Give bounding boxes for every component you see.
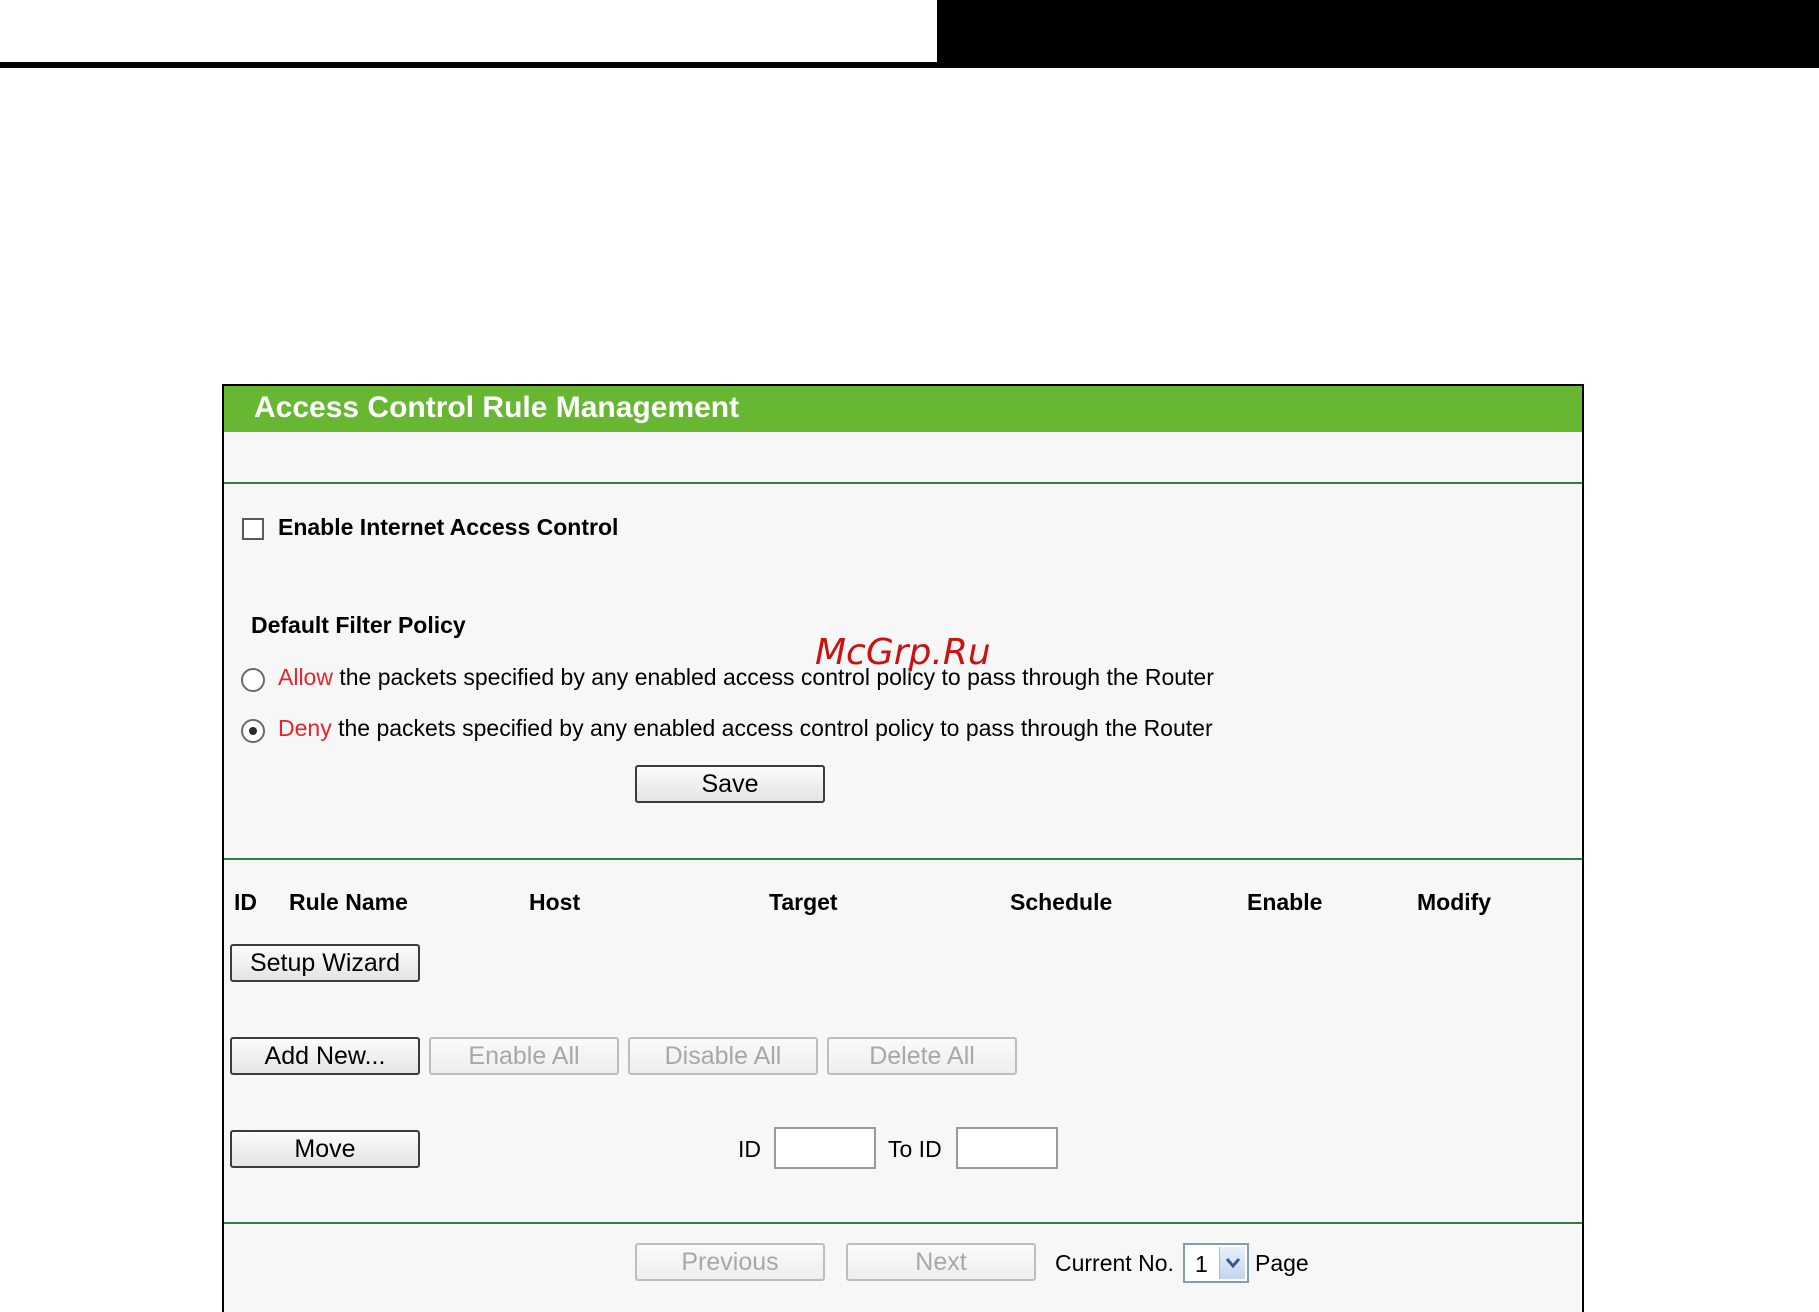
move-id-label: ID (738, 1136, 761, 1162)
current-no-label: Current No. (1055, 1250, 1174, 1276)
page-select[interactable]: 1 (1183, 1243, 1249, 1283)
divider (224, 1222, 1582, 1224)
allow-radio[interactable] (241, 668, 265, 692)
column-header-modify: Modify (1417, 889, 1492, 915)
page-select-value: 1 (1195, 1251, 1208, 1277)
panel-title: Access Control Rule Management (224, 386, 1582, 432)
column-header-host: Host (529, 889, 581, 915)
watermark: McGrp.Ru (815, 632, 991, 673)
divider (224, 482, 1582, 484)
top-header-bar (937, 0, 1819, 68)
move-to-id-label: To ID (888, 1136, 942, 1162)
allow-keyword: Allow (278, 664, 333, 690)
next-button[interactable]: Next (846, 1243, 1036, 1281)
move-to-id-input[interactable] (956, 1127, 1058, 1169)
allow-description: the packets specified by any enabled acc… (332, 664, 1214, 690)
move-id-input[interactable] (774, 1127, 876, 1169)
add-new-button[interactable]: Add New... (230, 1037, 420, 1075)
previous-button[interactable]: Previous (635, 1243, 825, 1281)
setup-wizard-button[interactable]: Setup Wizard (230, 944, 420, 982)
enable-all-button[interactable]: Enable All (429, 1037, 619, 1075)
column-header-rule-name: Rule Name (289, 889, 408, 915)
column-header-schedule: Schedule (1010, 889, 1113, 915)
save-button[interactable]: Save (635, 765, 825, 803)
enable-access-control-label: Enable Internet Access Control (278, 514, 619, 540)
allow-option-label: Allow the packets specified by any enabl… (278, 664, 1214, 691)
enable-access-control-checkbox[interactable] (242, 518, 264, 540)
column-header-id: ID (234, 889, 257, 915)
delete-all-button[interactable]: Delete All (827, 1037, 1017, 1075)
move-button[interactable]: Move (230, 1130, 420, 1168)
chevron-down-icon (1219, 1247, 1245, 1279)
radio-selected-dot (249, 727, 257, 735)
deny-description: the packets specified by any enabled acc… (331, 715, 1213, 741)
divider (224, 858, 1582, 860)
page: Access Control Rule Management Enable In… (0, 0, 1819, 1312)
column-header-target: Target (769, 889, 838, 915)
disable-all-button[interactable]: Disable All (628, 1037, 818, 1075)
deny-option-label: Deny the packets specified by any enable… (278, 715, 1213, 742)
deny-keyword: Deny (278, 715, 332, 741)
filter-policy-heading: Default Filter Policy (251, 612, 466, 638)
column-header-enable: Enable (1247, 889, 1323, 915)
access-control-panel: Access Control Rule Management Enable In… (222, 384, 1584, 1312)
page-label: Page (1255, 1250, 1309, 1276)
deny-radio[interactable] (241, 719, 265, 743)
